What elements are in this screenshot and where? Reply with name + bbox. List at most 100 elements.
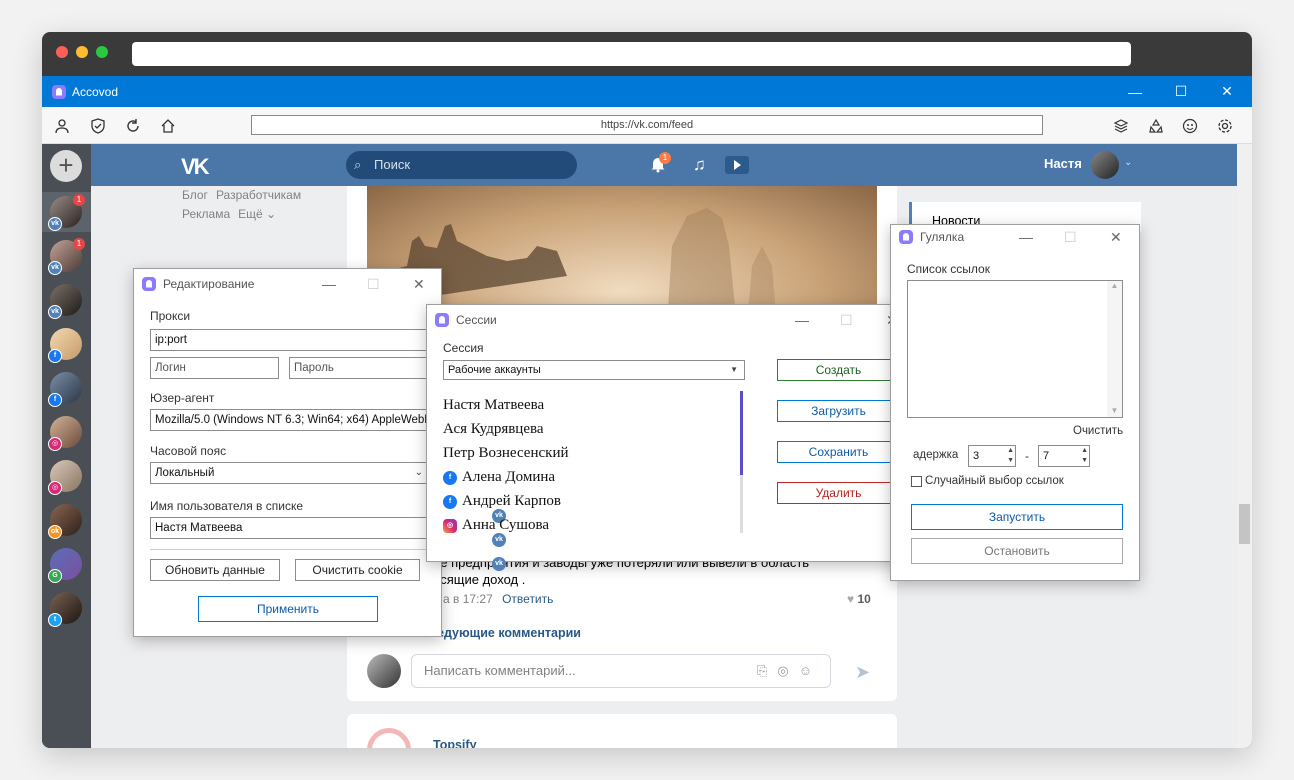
delay-label: адержка [913,449,959,461]
chevron-down-icon[interactable]: ⌄ [1124,157,1132,168]
random-checkbox[interactable] [911,476,922,487]
vk-user-avatar[interactable] [1091,151,1119,179]
account-avatar[interactable]: f [48,372,82,407]
random-label: Случайный выбор ссылок [925,475,1064,487]
clear-links-link[interactable]: Очистить [1073,425,1123,437]
account-avatar[interactable]: ◎ [48,416,82,451]
reload-icon[interactable] [123,116,143,136]
bell-icon[interactable]: 1 [648,152,671,177]
music-icon[interactable]: ♫ [693,155,706,175]
walk-dialog: Гулялка — ☐ ✕ Список ссылок ▲ ▼ Очистить… [890,224,1140,581]
user-agent-input[interactable]: Mozilla/5.0 (Windows NT 6.3; Win64; x64)… [150,409,430,431]
load-button[interactable]: Загрузить [777,400,900,422]
session-account-item[interactable]: ◎ Анна Сушова [443,517,549,534]
session-account-item[interactable]: vk Петр Вознесенский [443,445,569,571]
session-account-item[interactable]: f Алена Домина [443,469,555,486]
stepper-arrows-icon[interactable]: ▲ ▼ [1081,446,1088,466]
link-blog[interactable]: Блог [182,188,208,202]
timezone-value: Локальный [155,467,215,479]
account-avatar[interactable]: vk 1 [48,194,85,231]
sessions-dialog: Сессии — ☐ ✕ Сессия Рабочие аккаунты ▼ v… [426,304,916,571]
session-account-item[interactable]: f Андрей Карпов [443,493,561,510]
maximize-icon[interactable]: ☐ [367,276,380,293]
proxy-input[interactable]: ip:port [150,329,430,351]
account-avatar[interactable]: G [48,548,82,583]
gg-network-icon: G [48,569,62,583]
close-icon[interactable]: ✕ [413,276,425,293]
add-account-button[interactable]: + [50,150,82,182]
link-more[interactable]: Ещё ⌄ [238,207,276,221]
account-avatar[interactable]: t [48,592,82,627]
maximize-dot[interactable] [96,46,108,58]
account-avatar[interactable]: ◎ [48,460,82,495]
account-avatar[interactable]: ok [48,504,82,539]
outer-url-bar[interactable] [132,42,1131,66]
delay-max-stepper[interactable]: 7 ▲ ▼ [1038,445,1090,467]
close-dot[interactable] [56,46,68,58]
session-select[interactable]: Рабочие аккаунты ▼ [443,360,745,380]
apply-button[interactable]: Применить [198,596,378,622]
post-author[interactable]: Topsify [433,738,477,748]
app-close-button[interactable]: ✕ [1204,76,1250,107]
likes-counter[interactable]: ♥ 10 [847,592,871,606]
extension-icon[interactable] [1180,116,1200,136]
page-scrollbar[interactable] [1237,144,1252,748]
create-button[interactable]: Создать [777,359,900,381]
minimize-icon[interactable]: — [322,276,336,292]
account-avatar[interactable]: vk [48,284,82,319]
links-textarea[interactable]: ▲ ▼ [907,280,1123,418]
username-input[interactable]: Настя Матвеева [150,517,430,539]
session-account-item[interactable]: vk Настя Матвеева [443,397,544,523]
minimize-icon[interactable]: — [795,312,809,328]
shield-icon[interactable] [88,116,108,136]
stepper-arrows-icon[interactable]: ▲ ▼ [1007,446,1014,466]
link-ads[interactable]: Реклама [182,207,230,221]
save-button[interactable]: Сохранить [777,441,900,463]
session-account-item[interactable]: vk Ася Кудрявцева [443,421,544,547]
ghost-logo-icon [142,277,156,291]
comment-input[interactable]: Написать комментарий... ⎘◎☺ [411,654,831,688]
textarea-scrollbar[interactable]: ▲ ▼ [1107,281,1122,417]
video-icon[interactable] [725,156,749,174]
address-bar[interactable]: https://vk.com/feed [251,115,1043,135]
refresh-data-button[interactable]: Обновить данные [150,559,280,581]
recycle-icon[interactable] [1146,116,1166,136]
home-icon[interactable] [158,116,178,136]
next-comments-link[interactable]: едующие комментарии [437,626,581,640]
send-icon[interactable]: ➤ [855,662,870,683]
search-icon: ⌕ [354,157,362,172]
delete-button[interactable]: Удалить [777,482,900,504]
password-input[interactable]: Пароль [289,357,430,379]
account-avatar[interactable]: vk 1 [48,238,85,275]
ok-network-icon: ok [48,525,62,539]
stop-button[interactable]: Остановить [911,538,1123,564]
close-icon[interactable]: ✕ [1110,229,1122,246]
layers-icon[interactable] [1111,116,1131,136]
app-maximize-button[interactable]: ☐ [1158,76,1204,107]
app-title: Accovod [72,84,119,99]
clear-cookie-button[interactable]: Очистить cookie [295,559,420,581]
profile-icon[interactable] [52,116,72,136]
list-scrollbar[interactable] [740,391,743,475]
account-avatar[interactable]: f [48,328,82,363]
timezone-select[interactable]: Локальный ⌄ [150,462,430,484]
login-input[interactable]: Логин [150,357,279,379]
app-minimize-button[interactable]: — [1112,76,1158,107]
start-button[interactable]: Запустить [911,504,1123,530]
link-developers[interactable]: Разработчикам [216,188,301,202]
comment-attach-icons[interactable]: ⎘◎☺ [757,655,822,687]
scrollbar-thumb[interactable] [1239,504,1250,544]
vk-network-icon: vk [48,217,62,231]
maximize-icon[interactable]: ☐ [840,312,853,329]
gear-icon[interactable] [1215,116,1235,136]
reply-link[interactable]: Ответить [502,592,553,606]
vk-search-input[interactable]: ⌕ Поиск [346,151,577,179]
maximize-icon[interactable]: ☐ [1064,229,1077,246]
vk-user-name[interactable]: Настя [1044,156,1082,171]
vk-logo-icon[interactable]: VK [181,154,210,180]
delay-min-stepper[interactable]: 3 ▲ ▼ [968,445,1016,467]
fb-network-icon: f [48,393,62,407]
minimize-icon[interactable]: — [1019,229,1033,245]
minimize-dot[interactable] [76,46,88,58]
delay-max-value: 7 [1043,450,1050,462]
